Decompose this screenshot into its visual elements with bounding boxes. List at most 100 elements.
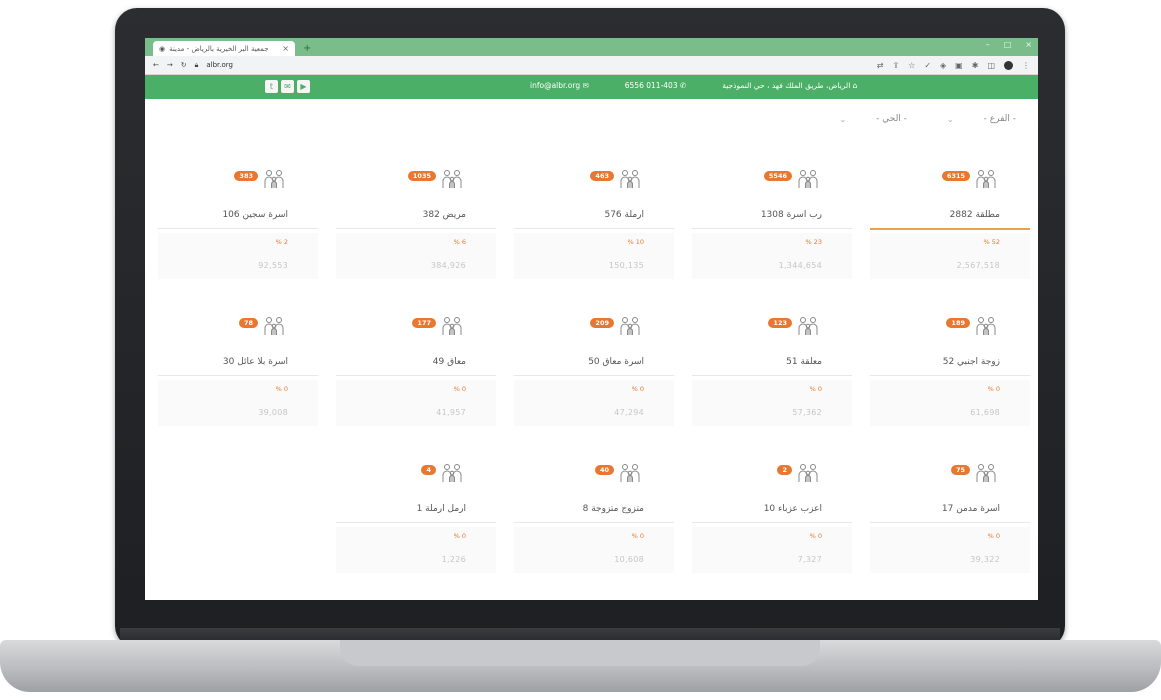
- card-percent: % 0: [275, 385, 288, 393]
- bookmark-star-icon[interactable]: ☆: [908, 61, 915, 70]
- card-stripe: [514, 233, 674, 279]
- close-tab-icon[interactable]: ×: [282, 44, 289, 53]
- count-badge: 383: [234, 171, 258, 181]
- card-divider: [514, 522, 674, 523]
- category-card[interactable]: 78 اسرة بلا عائل 30 % 0 39,008: [158, 310, 318, 430]
- card-divider: [870, 228, 1030, 230]
- count-badge: 78: [238, 318, 258, 328]
- envelope-icon: ✉: [580, 81, 589, 90]
- extension-icon[interactable]: ▣: [955, 61, 963, 70]
- card-title: اسرة معاق 50: [588, 357, 644, 367]
- card-amount: 2,567,518: [956, 261, 1000, 270]
- lock-icon: 🔒︎: [194, 60, 199, 69]
- browser-window: ◉ جمعية البر الخيرية بالرياض - مدينة × +…: [145, 38, 1038, 600]
- card-title: زوجة اجنبي 52: [942, 357, 1000, 367]
- laptop-trackpad-notch: [340, 640, 820, 666]
- card-stripe: [692, 380, 852, 426]
- card-divider: [158, 228, 318, 229]
- email-icon[interactable]: ✉: [281, 80, 294, 93]
- browser-tab[interactable]: ◉ جمعية البر الخيرية بالرياض - مدينة ×: [153, 41, 295, 56]
- card-percent: % 0: [809, 532, 822, 540]
- card-amount: 92,553: [258, 261, 288, 270]
- card-stripe: [514, 380, 674, 426]
- card-divider: [692, 522, 852, 523]
- family-icon: [974, 168, 998, 190]
- card-percent: % 0: [809, 385, 822, 393]
- category-card[interactable]: 177 معاق 49 % 0 41,957: [336, 310, 496, 430]
- category-card[interactable]: 4 ارمل ارملة 1 % 0 1,226: [336, 457, 496, 577]
- category-card[interactable]: 463 ارملة 576 % 10 150,135: [514, 163, 674, 283]
- minimize-button[interactable]: –: [986, 40, 990, 49]
- extension-icon[interactable]: ✓: [924, 61, 931, 70]
- new-tab-button[interactable]: +: [303, 43, 311, 54]
- email-text[interactable]: ✉ info@albr.org: [530, 81, 589, 90]
- category-card[interactable]: 1035 مريض 382 % 6 384,926: [336, 163, 496, 283]
- card-stripe: [692, 527, 852, 573]
- branch-select[interactable]: - الفرع - ⌄: [947, 114, 1016, 124]
- category-card[interactable]: 6315 مطلقة 2882 % 52 2,567,518: [870, 163, 1030, 283]
- share-icon[interactable]: ⇪: [892, 61, 899, 70]
- category-card[interactable]: 40 متزوج متزوجة 8 % 0 10,608: [514, 457, 674, 577]
- card-stripe: [336, 380, 496, 426]
- sidebar-icon[interactable]: ◫: [987, 61, 995, 70]
- forward-icon[interactable]: →: [167, 61, 173, 69]
- social-links: t ✉ ▶: [265, 80, 310, 93]
- card-percent: % 0: [987, 385, 1000, 393]
- card-stripe: [870, 233, 1030, 279]
- menu-icon[interactable]: ⋮: [1022, 61, 1030, 70]
- family-icon: [262, 315, 286, 337]
- card-title: معاق 49: [432, 357, 466, 367]
- card-divider: [514, 228, 674, 229]
- card-amount: 47,294: [614, 408, 644, 417]
- address-text: ⌂ الرياض، طريق الملك فهد ، حي النموذجية: [722, 81, 858, 90]
- category-card[interactable]: 209 اسرة معاق 50 % 0 47,294: [514, 310, 674, 430]
- youtube-icon[interactable]: ▶: [297, 80, 310, 93]
- puzzle-icon[interactable]: ✱: [972, 61, 979, 70]
- card-percent: % 10: [627, 238, 644, 246]
- phone-text[interactable]: ✆ 011-403 6556: [625, 81, 687, 90]
- address-bar: ← → ↻ 🔒︎ albr.org ⇄ ⇪ ☆ ✓ ◈ ▣ ✱ ◫ ⋮: [145, 56, 1038, 75]
- branch-select-label: - الفرع -: [983, 114, 1016, 124]
- tab-title: جمعية البر الخيرية بالرياض - مدينة: [169, 44, 269, 53]
- card-title: ارمل ارملة 1: [416, 504, 466, 514]
- maximize-button[interactable]: □: [1004, 40, 1012, 49]
- url-input[interactable]: albr.org: [206, 61, 233, 69]
- card-title: رب اسرة 1308: [760, 210, 822, 220]
- back-icon[interactable]: ←: [153, 61, 159, 69]
- extension-icon[interactable]: ◈: [940, 61, 946, 70]
- window-controls: – □ ×: [986, 40, 1032, 49]
- card-stripe: [514, 527, 674, 573]
- twitter-icon[interactable]: t: [265, 80, 278, 93]
- card-amount: 1,344,654: [778, 261, 822, 270]
- family-icon: [796, 462, 820, 484]
- category-card[interactable]: 75 اسرة مدمن 17 % 0 39,322: [870, 457, 1030, 577]
- category-card[interactable]: 2 اعزب عزباء 10 % 0 7,327: [692, 457, 852, 577]
- reload-icon[interactable]: ↻: [181, 61, 187, 69]
- card-amount: 7,327: [797, 555, 822, 564]
- family-icon: [796, 315, 820, 337]
- district-select-label: - الحي -: [876, 114, 907, 124]
- card-divider: [336, 375, 496, 376]
- card-title: معلقة 51: [786, 357, 822, 367]
- district-select[interactable]: - الحي - ⌄: [839, 114, 906, 124]
- category-card[interactable]: 189 زوجة اجنبي 52 % 0 61,698: [870, 310, 1030, 430]
- category-card[interactable]: 123 معلقة 51 % 0 57,362: [692, 310, 852, 430]
- close-window-button[interactable]: ×: [1025, 40, 1032, 49]
- family-icon: [440, 462, 464, 484]
- category-card[interactable]: 5546 رب اسرة 1308 % 23 1,344,654: [692, 163, 852, 283]
- card-amount: 1,226: [441, 555, 466, 564]
- card-amount: 384,926: [430, 261, 466, 270]
- translate-icon[interactable]: ⇄: [877, 61, 884, 70]
- card-amount: 39,322: [970, 555, 1000, 564]
- family-icon: [440, 315, 464, 337]
- category-card[interactable]: 383 اسرة سجين 106 % 2 92,553: [158, 163, 318, 283]
- card-title: اسرة سجين 106: [222, 210, 288, 220]
- count-badge: 40: [594, 465, 614, 475]
- home-icon: ⌂: [850, 81, 858, 90]
- family-icon: [974, 315, 998, 337]
- card-divider: [336, 228, 496, 229]
- profile-avatar[interactable]: [1004, 60, 1013, 70]
- card-amount: 61,698: [970, 408, 1000, 417]
- card-divider: [336, 522, 496, 523]
- count-badge: 6315: [941, 171, 970, 181]
